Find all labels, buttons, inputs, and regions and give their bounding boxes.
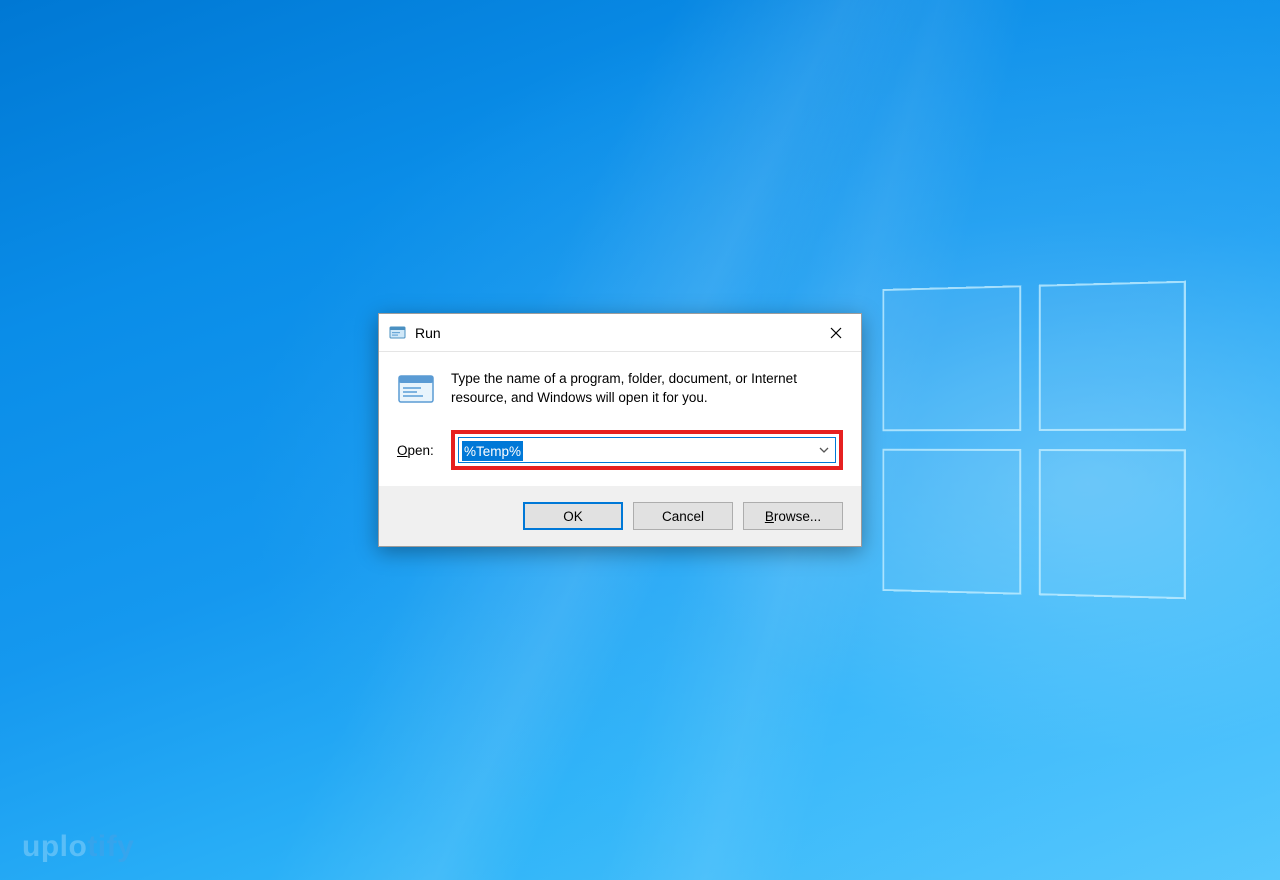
dialog-body: Type the name of a program, folder, docu… <box>379 352 861 486</box>
run-dialog: Run Type the name of a program, folder, … <box>378 313 862 547</box>
titlebar-title: Run <box>415 325 811 341</box>
open-input-value[interactable]: %Temp% <box>462 441 523 461</box>
browse-button[interactable]: Browse... <box>743 502 843 530</box>
dialog-description: Type the name of a program, folder, docu… <box>451 370 843 408</box>
ok-button[interactable]: OK <box>523 502 623 530</box>
open-combobox[interactable]: %Temp% <box>458 437 836 463</box>
cancel-button[interactable]: Cancel <box>633 502 733 530</box>
windows-logo <box>882 281 1185 600</box>
button-bar: OK Cancel Browse... <box>379 486 861 546</box>
run-titlebar-icon <box>389 325 407 340</box>
titlebar[interactable]: Run <box>379 314 861 352</box>
open-label: Open: <box>397 443 439 458</box>
close-button[interactable] <box>811 314 861 352</box>
run-program-icon <box>397 372 437 408</box>
annotation-highlight: %Temp% <box>451 430 843 470</box>
close-icon <box>830 327 842 339</box>
chevron-down-icon <box>819 447 829 453</box>
combobox-dropdown-arrow[interactable] <box>813 438 835 462</box>
watermark: uplotify <box>22 830 134 864</box>
